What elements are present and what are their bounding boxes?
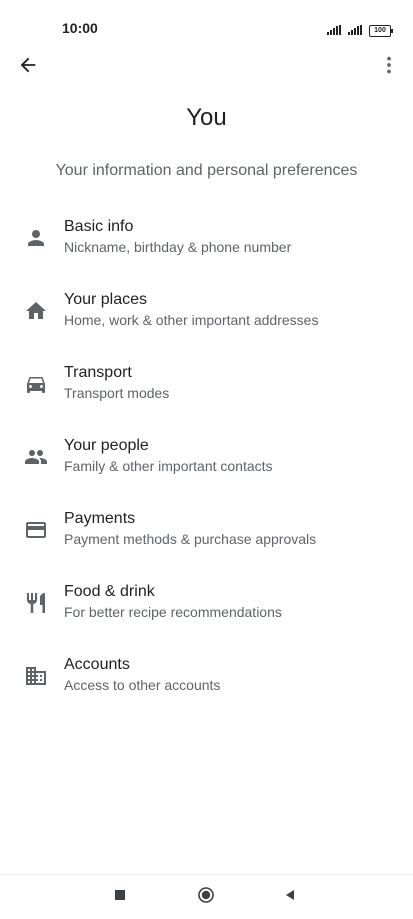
more-options-button[interactable] (375, 53, 403, 81)
menu-item-label: Your people (64, 437, 149, 454)
you-screen: 10:00 100 You Your information and perso… (0, 0, 413, 919)
car-icon (24, 372, 48, 396)
person-icon (24, 226, 48, 250)
menu-item-your-places[interactable]: Your places Home, work & other important… (0, 276, 413, 349)
menu-item-description: Payment methods & purchase approvals (64, 531, 317, 547)
menu-item-text: Basic info Nickname, birthday & phone nu… (64, 217, 291, 256)
menu-item-label: Payments (64, 510, 136, 527)
back-icon (283, 888, 297, 907)
menu-item-your-people[interactable]: Your people Family & other important con… (0, 422, 413, 495)
menu-item-description: Home, work & other important addresses (64, 312, 319, 328)
battery-level: 100 (374, 27, 386, 34)
people-icon (24, 445, 48, 469)
menu-item-label: Basic info (64, 218, 134, 235)
arrow-back-icon (17, 54, 39, 81)
signal-icon (327, 22, 343, 40)
page-subtitle: Your information and personal preference… (55, 162, 358, 179)
credit-card-icon (24, 518, 48, 542)
menu-item-description: For better recipe recommendations (64, 604, 282, 620)
back-button[interactable] (14, 53, 42, 81)
home-icon (197, 886, 215, 909)
more-vert-icon (378, 54, 400, 81)
home-icon (24, 299, 48, 323)
status-bar: 10:00 100 (0, 0, 413, 56)
menu-item-description: Access to other accounts (64, 677, 221, 693)
back-nav-button[interactable] (278, 885, 302, 909)
menu-item-description: Nickname, birthday & phone number (64, 239, 292, 255)
menu-item-description: Transport modes (64, 385, 170, 401)
menu-item-text: Transport Transport modes (64, 363, 169, 402)
menu-item-label: Food & drink (64, 583, 155, 600)
business-icon (24, 664, 48, 688)
battery-icon: 100 (369, 25, 393, 37)
recents-icon (113, 888, 127, 907)
menu-item-basic-info[interactable]: Basic info Nickname, birthday & phone nu… (0, 203, 413, 276)
menu-item-label: Transport (64, 364, 132, 381)
menu-item-label: Accounts (64, 656, 130, 673)
menu-item-text: Your places Home, work & other important… (64, 290, 318, 329)
menu-item-payments[interactable]: Payments Payment methods & purchase appr… (0, 495, 413, 568)
system-nav-bar (0, 874, 413, 919)
status-time: 10:00 (62, 20, 98, 36)
recents-button[interactable] (108, 885, 132, 909)
menu-item-transport[interactable]: Transport Transport modes (0, 349, 413, 422)
menu-item-food-drink[interactable]: Food & drink For better recipe recommend… (0, 568, 413, 641)
menu-item-text: Payments Payment methods & purchase appr… (64, 509, 316, 548)
page-title: You (186, 104, 227, 131)
menu-list: Basic info Nickname, birthday & phone nu… (0, 203, 413, 714)
menu-item-label: Your places (64, 291, 148, 308)
menu-item-text: Food & drink For better recipe recommend… (64, 582, 282, 621)
menu-item-accounts[interactable]: Accounts Access to other accounts (0, 641, 413, 714)
menu-item-description: Family & other important contacts (64, 458, 273, 474)
menu-item-text: Your people Family & other important con… (64, 436, 273, 475)
home-button[interactable] (194, 885, 218, 909)
menu-item-text: Accounts Access to other accounts (64, 655, 220, 694)
restaurant-icon (24, 591, 48, 615)
status-icons: 100 (327, 22, 393, 40)
signal-icon (348, 22, 364, 40)
